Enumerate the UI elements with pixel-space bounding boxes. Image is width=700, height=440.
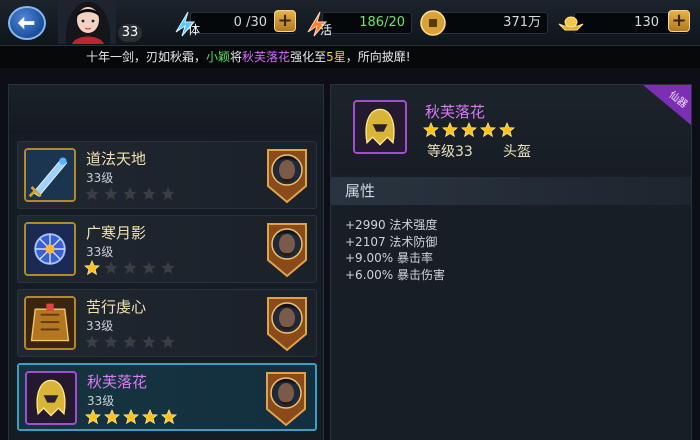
- empty-star-icon: [160, 334, 176, 350]
- ticker-prefix: 十年一剑，刃如秋霜，: [86, 50, 207, 64]
- equipment-list-panel: 道法天地 33级 广寒月影 33级 苦行虔心 33级 秋芙落花 33级: [8, 84, 324, 440]
- attribute-line: +6.00% 暴击伤害: [345, 267, 445, 282]
- ticker-player: 小颖: [206, 50, 231, 64]
- helmet-icon: [353, 100, 407, 154]
- star-rating: [84, 186, 176, 202]
- equipment-row[interactable]: 广寒月影 33级: [17, 215, 317, 283]
- top-bar: 33 0 /30 体 + 186/20 活 371万 130 +: [0, 0, 700, 46]
- attributes-header: 属性: [331, 177, 691, 205]
- quality-corner-tag: 仙器: [643, 85, 691, 125]
- empty-star-icon: [103, 260, 119, 276]
- vitality-stat: 186/20 活: [304, 8, 412, 38]
- svg-text:体: 体: [188, 23, 200, 37]
- back-arrow-icon: [17, 16, 35, 30]
- hero-portrait-badge: [267, 223, 307, 277]
- gold-ingot-icon: [558, 16, 584, 31]
- back-button[interactable]: [8, 6, 46, 40]
- filled-star-icon: [84, 260, 100, 276]
- stamina-stat: 0 /30 体 +: [172, 8, 300, 38]
- add-stamina-button[interactable]: +: [274, 10, 296, 32]
- player-avatar[interactable]: [58, 0, 116, 44]
- filled-star-icon: [123, 409, 139, 425]
- empty-star-icon: [122, 260, 138, 276]
- detail-item-slot: 头盔: [503, 144, 531, 160]
- coin-icon: [420, 10, 446, 36]
- coins-value: 371万: [436, 12, 548, 34]
- filled-star-icon: [104, 409, 120, 425]
- vitality-icon: 活: [307, 11, 332, 37]
- empty-star-icon: [103, 334, 119, 350]
- empty-star-icon: [122, 186, 138, 202]
- list-header: [9, 85, 323, 135]
- stamina-icon: 体: [175, 11, 200, 37]
- ticker-item: 秋芙落花: [242, 50, 291, 64]
- filled-star-icon: [423, 122, 439, 138]
- filled-star-icon: [161, 409, 177, 425]
- announcement-ticker: 十年一剑，刃如秋霜，小颖将秋芙落花强化至5星，所向披靡!: [0, 46, 700, 68]
- equipment-row[interactable]: 道法天地 33级: [17, 141, 317, 209]
- filled-star-icon: [480, 122, 496, 138]
- empty-star-icon: [160, 186, 176, 202]
- item-level: 33级: [86, 245, 114, 259]
- empty-star-icon: [103, 186, 119, 202]
- attribute-line: +2990 法术强度: [345, 218, 438, 232]
- hero-portrait-badge: [267, 149, 307, 203]
- empty-star-icon: [84, 186, 100, 202]
- vitality-value: 186/20: [322, 12, 412, 34]
- attributes-list: +2990 法术强度 +2107 法术防御 +9.00% 暴击率 +6.00% …: [345, 217, 445, 283]
- empty-star-icon: [141, 260, 157, 276]
- filled-star-icon: [85, 409, 101, 425]
- empty-star-icon: [84, 334, 100, 350]
- ticker-mid: 将: [230, 50, 243, 64]
- helmet-icon: [25, 371, 77, 425]
- hero-portrait-badge: [266, 372, 306, 426]
- equipment-row[interactable]: 苦行虔心 33级: [17, 289, 317, 357]
- ticker-mid2: 强化至: [290, 50, 327, 64]
- ticker-grade: 5星: [326, 50, 346, 64]
- item-name: 广寒月影: [86, 224, 147, 242]
- empty-star-icon: [160, 260, 176, 276]
- item-name: 道法天地: [86, 150, 147, 168]
- detail-item-level: 等级33: [427, 144, 473, 160]
- filled-star-icon: [442, 122, 458, 138]
- star-rating: [84, 260, 176, 276]
- item-level: 33级: [87, 394, 115, 408]
- star-rating: [85, 409, 177, 425]
- attribute-line: +9.00% 暴击率: [345, 251, 433, 265]
- empty-star-icon: [141, 186, 157, 202]
- filled-star-icon: [461, 122, 477, 138]
- equipment-detail-panel: 秋芙落花 等级33 头盔 仙器 属性 +2990 法术强度 +2107 法术防御…: [330, 84, 692, 440]
- attribute-line: +2107 法术防御: [345, 234, 438, 249]
- filled-star-icon: [142, 409, 158, 425]
- detail-header: 秋芙落花 等级33 头盔 仙器: [331, 85, 691, 173]
- moon-fan-icon: [24, 222, 76, 276]
- sword-icon: [24, 148, 76, 202]
- equipment-row-selected[interactable]: 秋芙落花 33级: [17, 363, 317, 431]
- coins-stat: 371万: [418, 8, 550, 38]
- item-level: 33级: [86, 319, 114, 333]
- ticker-suffix: ，所向披靡!: [345, 50, 411, 64]
- item-level: 33级: [86, 171, 114, 185]
- filled-star-icon: [499, 122, 515, 138]
- item-name: 秋芙落花: [87, 373, 148, 391]
- star-rating: [84, 334, 176, 350]
- detail-star-rating: [423, 122, 515, 138]
- hero-portrait-badge: [267, 297, 307, 351]
- empty-star-icon: [122, 334, 138, 350]
- ingots-stat: 130 +: [556, 8, 694, 38]
- player-level-badge: 33: [118, 24, 142, 42]
- item-name: 苦行虔心: [86, 298, 147, 316]
- detail-item-name: 秋芙落花: [425, 103, 486, 121]
- add-ingots-button[interactable]: +: [668, 10, 690, 32]
- armor-icon: [24, 296, 76, 350]
- svg-text:活: 活: [320, 23, 332, 37]
- empty-star-icon: [141, 334, 157, 350]
